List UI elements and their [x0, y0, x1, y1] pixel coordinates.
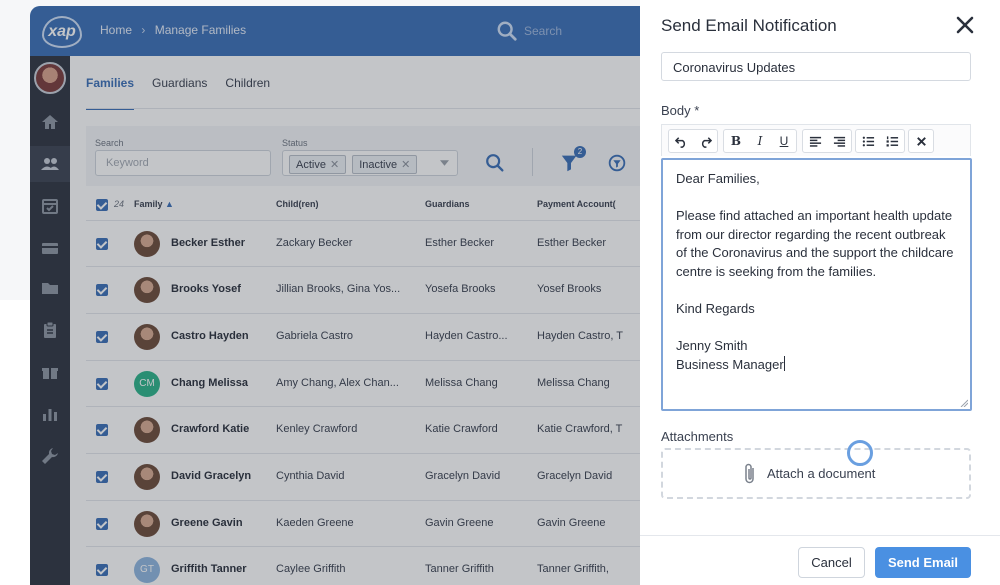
body-label: Body *	[661, 103, 700, 118]
body-line: Dear Families,	[676, 171, 760, 186]
bullet-list-icon[interactable]	[856, 130, 880, 152]
body-line-last: Business Manager	[676, 355, 957, 375]
bold-button[interactable]: B	[724, 130, 748, 152]
clear-group	[908, 129, 934, 153]
paperclip-icon	[745, 463, 754, 484]
underline-button[interactable]: U	[772, 130, 796, 152]
italic-button[interactable]: I	[748, 130, 772, 152]
undo-icon[interactable]	[669, 130, 693, 152]
numbered-list-icon[interactable]	[880, 130, 904, 152]
clear-format-icon[interactable]	[909, 130, 933, 152]
attachments-label: Attachments	[661, 429, 734, 444]
dialog-footer-divider	[640, 535, 1000, 536]
history-group	[668, 129, 718, 153]
send-email-button[interactable]: Send Email	[875, 547, 971, 578]
subject-input[interactable]: Coronavirus Updates	[661, 52, 971, 81]
email-body-editor[interactable]: Dear Families, Please find attached an i…	[661, 158, 972, 411]
modal-backdrop-overlay[interactable]	[30, 6, 670, 585]
body-line	[676, 319, 957, 338]
attachment-dropzone[interactable]: Attach a document	[661, 440, 971, 499]
align-group	[802, 129, 852, 153]
dialog-title: Send Email Notification	[661, 16, 837, 35]
close-icon[interactable]	[954, 14, 976, 36]
backdrop-band	[0, 300, 30, 585]
align-right-icon[interactable]	[827, 130, 851, 152]
body-line-text: Business Manager	[676, 356, 784, 372]
body-line: Kind Regards	[676, 301, 755, 317]
resize-handle-icon[interactable]	[960, 399, 968, 407]
align-left-icon[interactable]	[803, 130, 827, 152]
click-indicator	[847, 440, 873, 466]
body-line: Jenny Smith	[676, 338, 748, 354]
text-style-group: B I U	[723, 129, 797, 153]
body-line	[676, 189, 957, 208]
send-email-dialog: Send Email Notification Coronavirus Upda…	[640, 0, 1000, 585]
text-caret	[783, 355, 785, 371]
redo-icon[interactable]	[693, 130, 717, 152]
list-group	[855, 129, 905, 153]
cancel-button[interactable]: Cancel	[798, 547, 865, 578]
body-line: Please find attached an important health…	[676, 208, 954, 279]
body-line	[676, 282, 957, 301]
attach-document-text: Attach a document	[767, 466, 876, 481]
editor-toolbar: B I U	[661, 124, 971, 156]
